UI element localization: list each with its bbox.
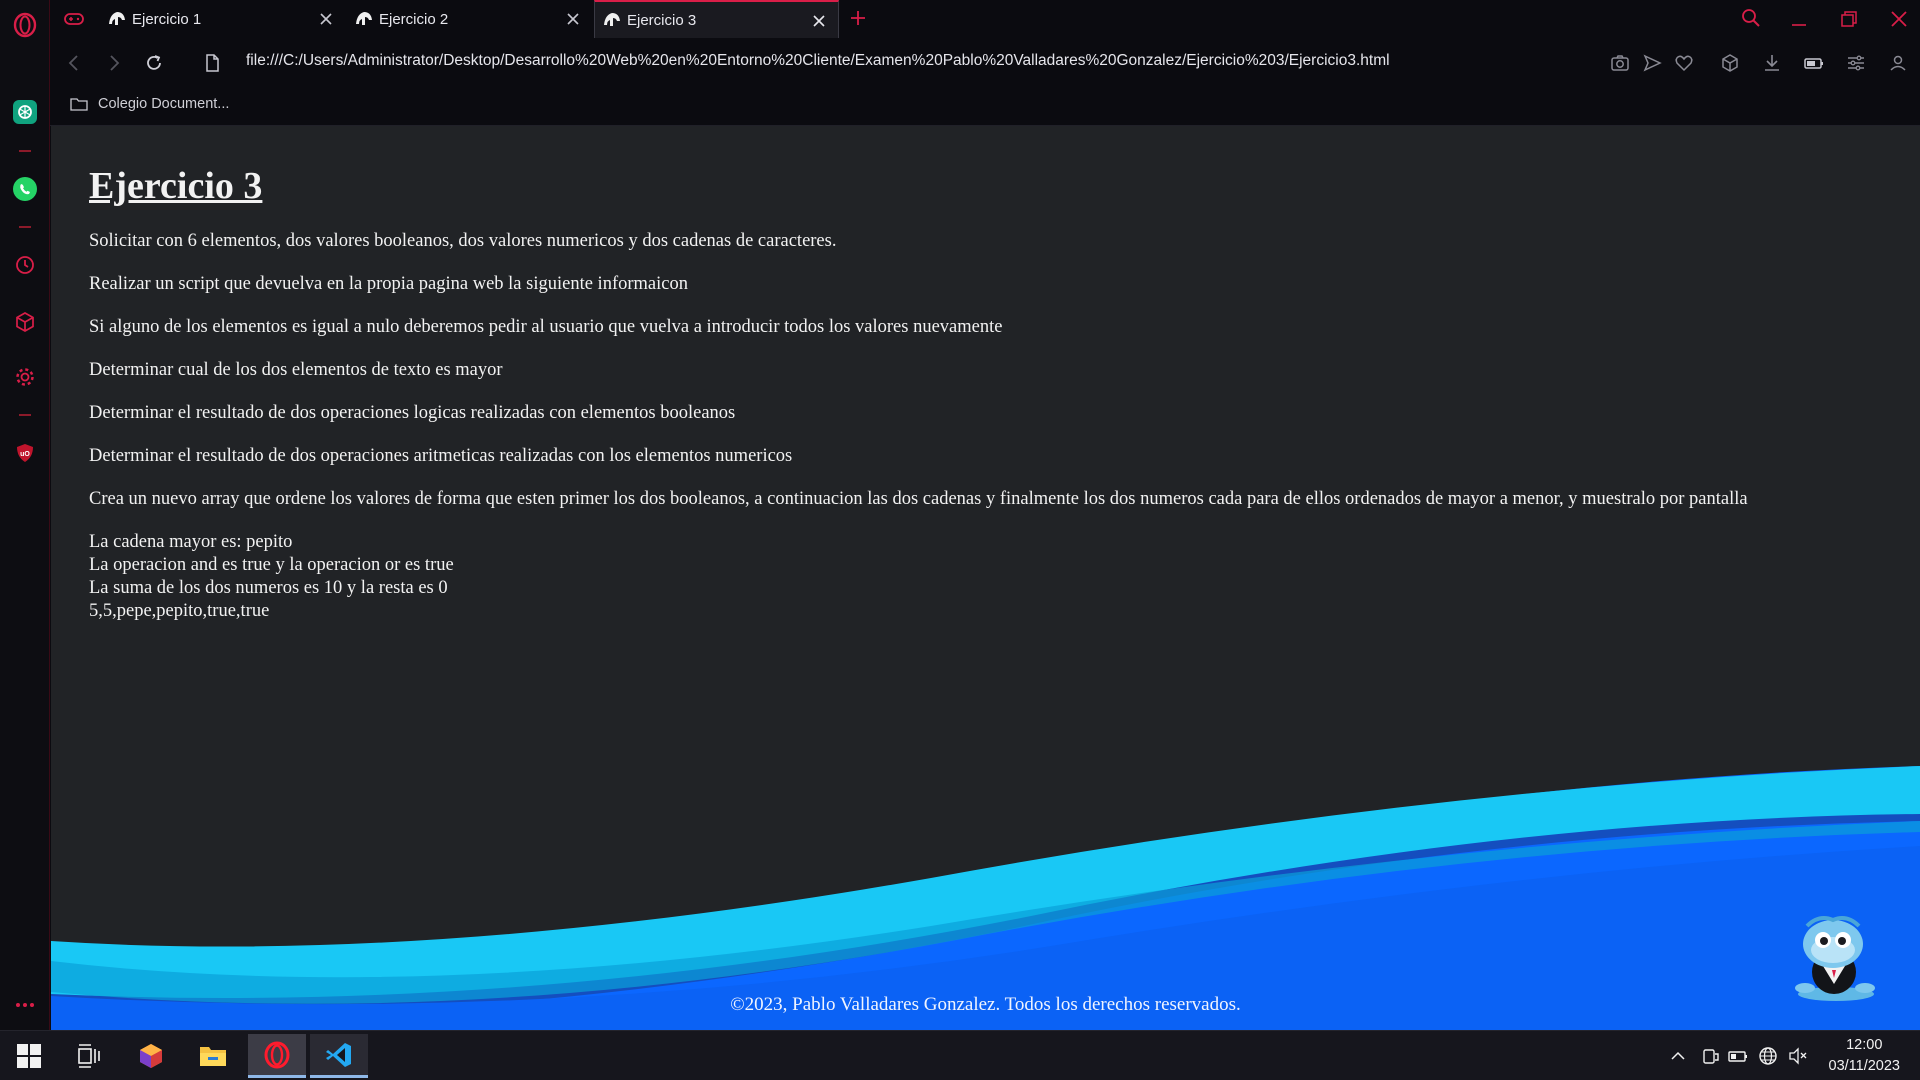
snapshot-camera-icon[interactable] bbox=[1608, 51, 1632, 75]
ublock-shield-icon[interactable]: uO bbox=[12, 440, 38, 466]
restore-icon[interactable] bbox=[1838, 8, 1860, 35]
tab-favicon-icon bbox=[601, 9, 623, 31]
output-line: La suma de los dos numeros es 10 y la re… bbox=[89, 578, 448, 598]
extensions-icon[interactable] bbox=[1718, 51, 1742, 75]
output-line: La operacion and es true y la operacion … bbox=[89, 555, 454, 575]
tab-favicon-icon bbox=[353, 8, 375, 30]
opera-logo-icon[interactable] bbox=[12, 12, 38, 38]
bookmark-heart-icon[interactable] bbox=[1672, 51, 1696, 75]
tray-battery-icon[interactable] bbox=[1728, 1046, 1748, 1066]
reload-icon[interactable] bbox=[142, 51, 166, 75]
settings-gear-icon[interactable] bbox=[12, 364, 38, 390]
tab-close-icon[interactable] bbox=[564, 10, 582, 28]
folder-icon bbox=[70, 96, 88, 112]
bookmark-folder-colegio[interactable]: Colegio Document... bbox=[70, 96, 229, 112]
instruction-paragraph: Realizar un script que devuelva en la pr… bbox=[89, 274, 688, 294]
profile-icon[interactable] bbox=[1886, 51, 1910, 75]
tab-bar: Ejercicio 1 Ejercicio 2 Ejercicio 3 bbox=[50, 0, 1920, 38]
clock-date: 03/11/2023 bbox=[1828, 1058, 1901, 1074]
instruction-paragraph: Determinar cual de los dos elementos de … bbox=[89, 360, 503, 380]
tab-label: Ejercicio 3 bbox=[627, 11, 697, 29]
search-tabs-icon[interactable] bbox=[1740, 7, 1762, 34]
windows-start-icon[interactable] bbox=[0, 1034, 58, 1078]
taskbar-clock[interactable]: 12:00 03/11/2023 bbox=[1829, 1035, 1901, 1077]
clock-time: 12:00 bbox=[1846, 1037, 1883, 1053]
download-icon[interactable] bbox=[1760, 51, 1784, 75]
file-page-icon bbox=[200, 51, 224, 75]
cube-app-icon[interactable] bbox=[122, 1034, 180, 1078]
tray-volume-muted-icon[interactable] bbox=[1788, 1046, 1808, 1066]
sidebar-divider bbox=[19, 150, 31, 152]
minimize-icon[interactable] bbox=[1788, 8, 1810, 35]
tab-close-icon[interactable] bbox=[810, 12, 828, 30]
url-input[interactable]: file:///C:/Users/Administrator/Desktop/D… bbox=[246, 52, 1390, 70]
back-icon[interactable] bbox=[62, 51, 86, 75]
file-explorer-icon[interactable] bbox=[184, 1034, 242, 1078]
windows-taskbar: 12:00 03/11/2023 bbox=[0, 1030, 1920, 1080]
instruction-paragraph: Solicitar con 6 elementos, dos valores b… bbox=[89, 231, 837, 251]
battery-saver-icon[interactable] bbox=[1802, 51, 1826, 75]
footer-copyright: ©2023, Pablo Valladares Gonzalez. Todos … bbox=[730, 994, 1241, 1015]
tray-device-icon[interactable] bbox=[1700, 1046, 1720, 1066]
sidebar-divider bbox=[19, 414, 31, 416]
tray-chevron-up-icon[interactable] bbox=[1668, 1046, 1688, 1066]
tab-ejercicio-3[interactable]: Ejercicio 3 bbox=[594, 0, 839, 38]
main-content: Ejercicio 3 Solicitar con 6 elementos, d… bbox=[89, 164, 1748, 623]
more-options-icon[interactable] bbox=[12, 992, 38, 1018]
whatsapp-icon[interactable] bbox=[12, 176, 38, 202]
extensions-cube-icon[interactable] bbox=[12, 309, 38, 335]
page-title: Ejercicio 3 bbox=[89, 165, 263, 207]
easy-setup-icon[interactable] bbox=[1844, 51, 1868, 75]
output-line: La cadena mayor es: pepito bbox=[89, 532, 293, 552]
instruction-paragraph: Crea un nuevo array que ordene los valor… bbox=[89, 489, 1748, 509]
tab-label: Ejercicio 1 bbox=[132, 10, 202, 28]
tab-close-icon[interactable] bbox=[317, 10, 335, 28]
send-icon[interactable] bbox=[1640, 51, 1664, 75]
instruction-paragraph: Si alguno de los elementos es igual a nu… bbox=[89, 317, 1003, 337]
address-bar-row: file:///C:/Users/Administrator/Desktop/D… bbox=[50, 38, 1920, 88]
forward-icon[interactable] bbox=[102, 51, 126, 75]
tab-ejercicio-1[interactable]: Ejercicio 1 bbox=[100, 0, 345, 38]
vscode-taskbar-icon[interactable] bbox=[310, 1034, 368, 1078]
bookmark-label: Colegio Document... bbox=[98, 96, 230, 112]
new-tab-plus-icon[interactable] bbox=[848, 8, 868, 33]
gamepad-icon[interactable] bbox=[64, 10, 84, 33]
tab-favicon-icon bbox=[106, 8, 128, 30]
instruction-paragraph: Determinar el resultado de dos operacion… bbox=[89, 403, 736, 423]
opera-sidebar: uO bbox=[0, 0, 50, 1030]
close-window-icon[interactable] bbox=[1888, 8, 1910, 35]
tray-network-globe-icon[interactable] bbox=[1758, 1046, 1778, 1066]
opera-taskbar-icon[interactable] bbox=[248, 1034, 306, 1078]
mascot-image bbox=[1789, 914, 1884, 1004]
task-view-icon[interactable] bbox=[60, 1034, 118, 1078]
tab-label: Ejercicio 2 bbox=[379, 10, 449, 28]
web-page: Ejercicio 3 Solicitar con 6 elementos, d… bbox=[51, 126, 1920, 1030]
tab-ejercicio-2[interactable]: Ejercicio 2 bbox=[347, 0, 592, 38]
history-icon[interactable] bbox=[12, 252, 38, 278]
output-line: 5,5,pepe,pepito,true,true bbox=[89, 601, 270, 621]
chatgpt-icon[interactable] bbox=[12, 99, 38, 125]
svg-text:uO: uO bbox=[20, 451, 30, 458]
sidebar-divider bbox=[19, 226, 31, 228]
bookmarks-bar: Colegio Document... bbox=[50, 88, 1920, 126]
instruction-paragraph: Determinar el resultado de dos operacion… bbox=[89, 446, 793, 466]
